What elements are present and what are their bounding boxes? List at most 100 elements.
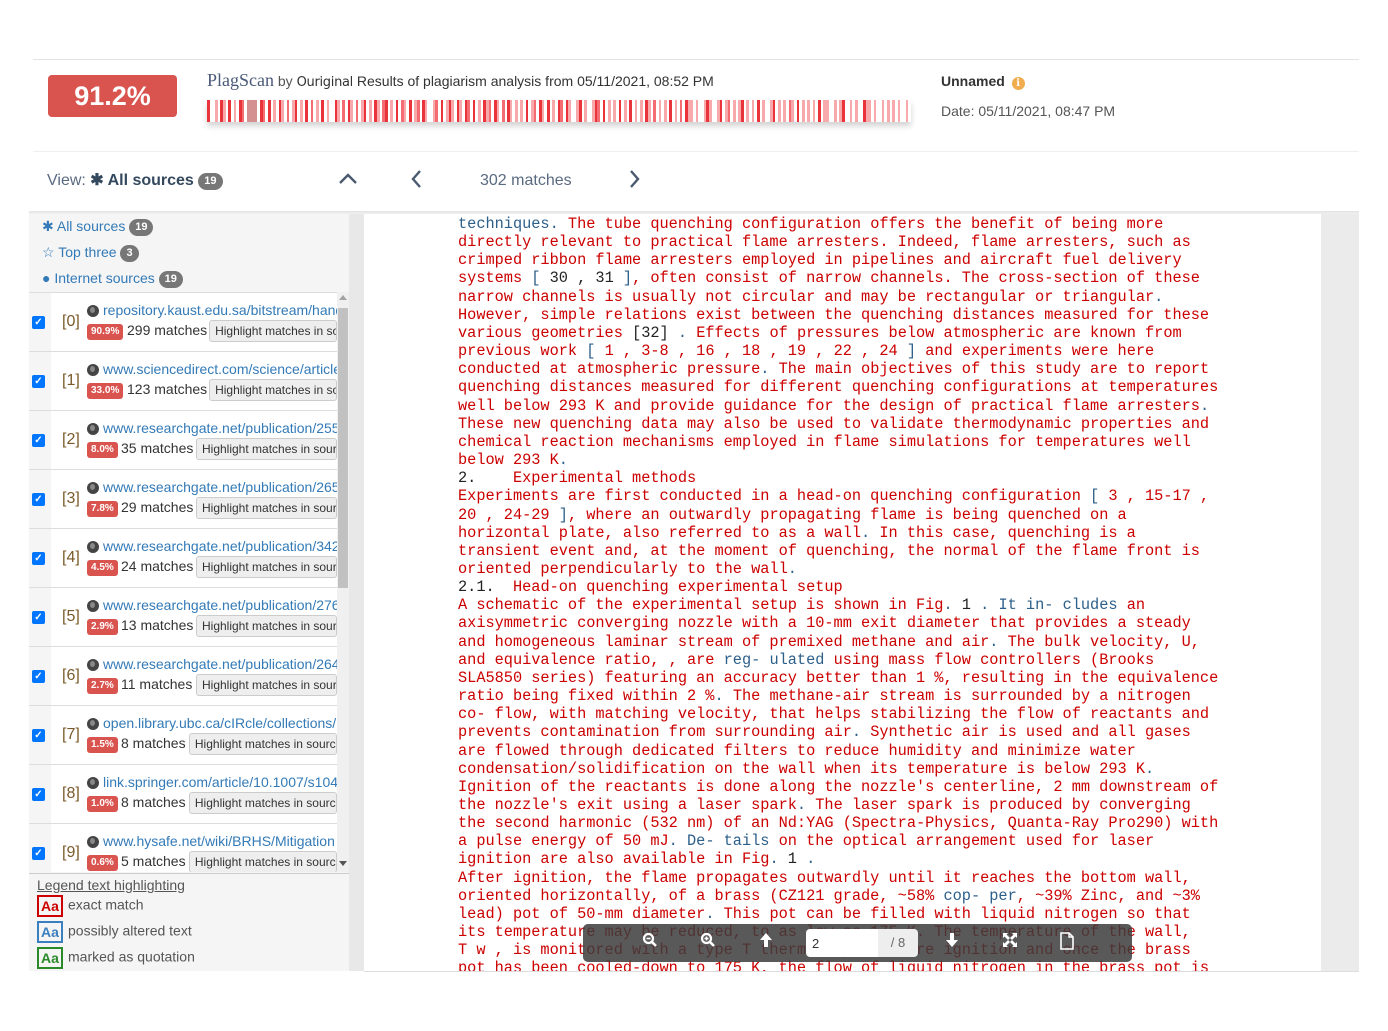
filter-internet-sources[interactable]: ● Internet sources 19: [42, 270, 183, 288]
exact-match-text: well below 293 K and provide guidance fo…: [458, 396, 1200, 415]
view-selector[interactable]: View: ✱ All sources 19: [47, 170, 223, 190]
highlight-matches-button[interactable]: Highlight matches in source: [188, 851, 337, 872]
exact-match-text: various geometries: [458, 323, 633, 342]
exact-match-text: and homogeneous laminar stream of premix…: [458, 632, 990, 651]
source-url-link[interactable]: www.researchgate.net/publication/342: [103, 538, 337, 554]
page-number-input[interactable]: [806, 929, 878, 957]
exact-match-text: on the optical arrangement used for lase…: [769, 832, 1155, 851]
document-line: After ignition, the flame propagates out…: [458, 869, 1268, 887]
document-line: are flowed through dedicated filters to …: [458, 742, 1268, 760]
source-checkbox[interactable]: ✓: [32, 552, 45, 565]
exact-match-text: prevents contamination from surrounding …: [458, 723, 852, 742]
source-checkbox[interactable]: ✓: [32, 316, 45, 329]
scrollbar-thumb[interactable]: [338, 308, 348, 588]
source-checkbox[interactable]: ✓: [32, 729, 45, 742]
plagiarism-score-badge: 91.2%: [48, 75, 177, 117]
highlight-matches-button[interactable]: Highlight matches in source: [196, 556, 337, 578]
highlight-matches-button[interactable]: Highlight matches in source: [196, 438, 337, 460]
highlight-matches-button[interactable]: Highlight matches in source: [196, 497, 337, 519]
source-url-link[interactable]: www.researchgate.net/publication/265: [103, 479, 337, 495]
source-checkbox[interactable]: ✓: [32, 670, 45, 683]
arrow-up-icon[interactable]: [756, 932, 776, 953]
source-url-link[interactable]: www.researchgate.net/publication/264: [103, 656, 337, 672]
highlight-matches-button[interactable]: Highlight matches in source: [196, 674, 337, 696]
source-checkbox[interactable]: ✓: [32, 847, 45, 860]
source-url-link[interactable]: www.researchgate.net/publication/276: [103, 597, 337, 613]
altered-text: .: [769, 850, 779, 869]
source-percent-badge: 0.6%: [87, 855, 118, 871]
filter-all-sources[interactable]: ✱ All sources 19: [42, 218, 154, 236]
exact-match-text: These new quenching data may also be use…: [458, 414, 1210, 433]
arrow-down-icon[interactable]: [942, 932, 962, 953]
globe-icon: [87, 364, 99, 376]
exact-match-text: ignition are also available in Fig: [458, 850, 770, 869]
globe-icon: [87, 423, 99, 435]
exact-match-text: A schematic of the experimental setup is…: [458, 596, 944, 615]
highlight-matches-button[interactable]: Highlight matches in source: [196, 615, 337, 637]
chevron-up-icon[interactable]: [337, 168, 359, 196]
document-line: 2. Experimental methods: [458, 469, 1268, 487]
view-value: All sources: [107, 172, 194, 189]
document-line: SLA5850 series) featuring an accuracy be…: [458, 669, 1268, 687]
altered-text: .: [1154, 287, 1164, 306]
asterisk-icon: ✱: [90, 172, 104, 189]
document-line: below 293 K.: [458, 451, 1268, 469]
source-checkbox[interactable]: ✓: [32, 493, 45, 506]
source-row: ✓ [0] repository.kaust.edu.sa/bitstream/…: [29, 293, 337, 352]
zoom-out-icon[interactable]: [640, 932, 660, 953]
exact-match-text: lead) pot of 50-mm diameter: [458, 904, 706, 923]
plain-text: 30 , 31: [540, 269, 623, 288]
chevron-right-icon[interactable]: [624, 168, 644, 196]
plagscan-logo: PlagScan: [207, 70, 274, 90]
highlight-matches-button[interactable]: Highlight matches in source: [188, 733, 337, 755]
document-line: condensation/solidification on the wall …: [458, 760, 1268, 778]
sources-scrollbar[interactable]: [337, 292, 349, 872]
document-scrollbar[interactable]: [1321, 214, 1359, 971]
exact-match-text: , ~39% Zinc, and ~3%: [1016, 886, 1200, 905]
highlight-matches-button[interactable]: Highlight matches in source: [209, 320, 337, 342]
scroll-down-arrow-icon[interactable]: [339, 861, 347, 866]
expand-icon[interactable]: [1000, 932, 1020, 953]
highlight-matches-button[interactable]: Highlight matches in source: [188, 792, 337, 814]
legend-exact-match: Aa exact match: [37, 895, 143, 917]
filter-label: All sources: [56, 218, 126, 234]
source-url-link[interactable]: repository.kaust.edu.sa/bitstream/handle: [103, 302, 337, 318]
source-row: ✓ [4] www.researchgate.net/publication/3…: [29, 529, 337, 588]
exact-match-text: and experiments were here: [916, 342, 1155, 361]
source-percent-badge: 4.5%: [87, 560, 118, 576]
asterisk-icon: ✱: [42, 218, 54, 234]
source-checkbox[interactable]: ✓: [32, 788, 45, 801]
document-line: lead) pot of 50-mm diameter. This pot ca…: [458, 905, 1268, 923]
source-checkbox[interactable]: ✓: [32, 611, 45, 624]
source-url-link[interactable]: open.library.ubc.ca/cIRcle/collections/: [103, 715, 337, 731]
highlight-matches-button[interactable]: Highlight matches in source: [209, 379, 337, 401]
source-percent-badge: 8.0%: [87, 442, 118, 458]
document-line: and equivalence ratio, , are reg- ulated…: [458, 651, 1268, 669]
exact-match-text: After ignition, the flame propagates out…: [458, 868, 1191, 887]
match-distribution-bar[interactable]: [207, 100, 911, 122]
chevron-left-icon[interactable]: [407, 168, 427, 196]
info-icon[interactable]: i: [1011, 77, 1025, 90]
star-icon: ☆: [42, 244, 55, 260]
sidebar-resize-handle[interactable]: [349, 214, 364, 971]
document-line: the second harmonic (532 nm) of an Nd:YA…: [458, 814, 1268, 832]
source-url-link[interactable]: www.hysafe.net/wiki/BRHS/Mitigation: [103, 833, 337, 849]
altered-text: .: [1199, 396, 1210, 415]
scroll-up-arrow-icon[interactable]: [339, 295, 347, 300]
globe-icon: [87, 541, 99, 553]
exact-match-text: Synthetic air is used and all gases: [861, 723, 1191, 742]
filter-top-three[interactable]: ☆ Top three 3: [42, 244, 139, 262]
source-checkbox[interactable]: ✓: [32, 375, 45, 388]
aa-sample-blue: Aa: [37, 921, 63, 943]
zoom-in-icon[interactable]: [698, 932, 718, 953]
source-url-link[interactable]: www.researchgate.net/publication/255: [103, 420, 337, 436]
file-icon[interactable]: [1057, 932, 1077, 955]
report-heading: PlagScan by Ouriginal Results of plagiar…: [207, 70, 714, 91]
exact-match-text: 20 , 24-29: [458, 505, 559, 524]
source-url-link[interactable]: link.springer.com/article/10.1007/s104: [103, 774, 337, 790]
source-url-link[interactable]: www.sciencedirect.com/science/article: [103, 361, 337, 377]
exact-match-text: the second harmonic (532 nm) of an Nd:YA…: [458, 814, 1219, 833]
source-percent-badge: 1.0%: [87, 796, 118, 812]
source-checkbox[interactable]: ✓: [32, 434, 45, 447]
exact-match-text: the nozzle's exit using a laser spark: [458, 796, 797, 814]
